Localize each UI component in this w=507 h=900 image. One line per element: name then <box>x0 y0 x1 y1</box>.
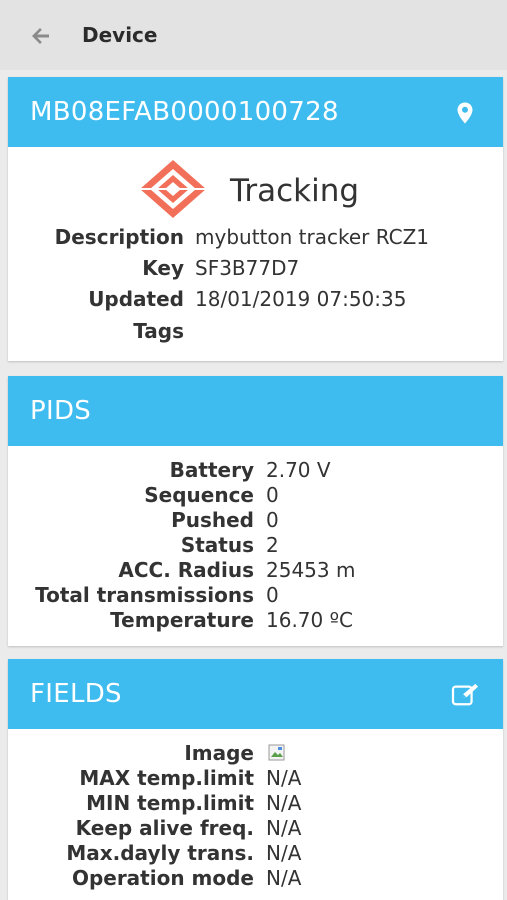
tracking-logo-icon <box>140 160 206 218</box>
pid-key: Pushed <box>171 508 254 532</box>
field-key: Image <box>184 741 254 765</box>
field-row: Operation mode N/A <box>8 866 503 892</box>
detail-value: 18/01/2019 07:50:35 <box>195 287 407 311</box>
detail-row: Description mybutton tracker RCZ1 <box>8 225 503 251</box>
device-id: MB08EFAB0000100728 <box>30 97 339 127</box>
pid-row: Sequence 0 <box>8 483 503 509</box>
field-value: N/A <box>266 766 302 790</box>
pid-key: Status <box>180 533 254 557</box>
fields-card: FIELDS Image MAX temp.limit N/A MIN temp… <box>8 659 503 900</box>
field-key: MIN temp.limit <box>86 791 254 815</box>
pid-value: 0 <box>266 508 279 532</box>
pid-value: 2 <box>266 533 279 557</box>
field-key: Keep alive freq. <box>75 816 254 840</box>
top-app-bar: Device <box>0 0 507 70</box>
field-key: Operation mode <box>71 866 254 890</box>
pid-value: 0 <box>266 483 279 507</box>
detail-key: Updated <box>88 287 184 311</box>
pid-key: ACC. Radius <box>118 558 254 582</box>
field-row: Keep alive freq. N/A <box>8 816 503 842</box>
pid-key: Total transmissions <box>35 583 254 607</box>
map-pin-icon[interactable] <box>453 99 477 127</box>
field-value: N/A <box>266 866 302 890</box>
pid-key: Sequence <box>144 483 254 507</box>
pid-row: Battery 2.70 V <box>8 458 503 484</box>
field-value: N/A <box>266 816 302 840</box>
detail-key: Tags <box>133 319 184 343</box>
field-key: MAX temp.limit <box>79 766 254 790</box>
field-key: Max.dayly trans. <box>66 841 254 865</box>
field-row: Image <box>8 741 503 767</box>
pid-value: 16.70 ºC <box>266 608 354 632</box>
pid-value: 2.70 V <box>266 458 331 482</box>
tracking-status: Tracking <box>230 173 360 209</box>
pids-header: PIDS <box>8 376 503 446</box>
detail-key: Key <box>142 256 184 280</box>
edit-icon[interactable] <box>450 682 482 708</box>
pid-row: Total transmissions 0 <box>8 583 503 609</box>
detail-row: Tags <box>8 319 503 345</box>
field-value: N/A <box>266 841 302 865</box>
detail-value: SF3B77D7 <box>195 256 300 280</box>
pid-row: Pushed 0 <box>8 508 503 534</box>
field-row: MIN temp.limit N/A <box>8 791 503 817</box>
field-value: N/A <box>266 791 302 815</box>
detail-row: Key SF3B77D7 <box>8 256 503 282</box>
broken-image-icon <box>268 743 288 761</box>
pid-row: Temperature 16.70 ºC <box>8 608 503 634</box>
fields-header: FIELDS <box>8 659 503 729</box>
device-card: MB08EFAB0000100728 Tracking Description … <box>8 77 503 361</box>
detail-value: mybutton tracker RCZ1 <box>195 225 430 249</box>
arrow-left-icon[interactable] <box>29 24 53 48</box>
page-title: Device <box>82 23 158 47</box>
pid-value: 0 <box>266 583 279 607</box>
pid-key: Temperature <box>110 608 254 632</box>
pid-value: 25453 m <box>266 558 356 582</box>
pid-key: Battery <box>169 458 254 482</box>
field-row: Max.dayly trans. N/A <box>8 841 503 867</box>
detail-row: Updated 18/01/2019 07:50:35 <box>8 287 503 313</box>
pids-title: PIDS <box>30 396 92 426</box>
field-row: MAX temp.limit N/A <box>8 766 503 792</box>
fields-title: FIELDS <box>30 679 122 709</box>
pids-card: PIDS Battery 2.70 V Sequence 0 Pushed 0 … <box>8 376 503 646</box>
pid-row: Status 2 <box>8 533 503 559</box>
pid-row: ACC. Radius 25453 m <box>8 558 503 584</box>
device-card-header: MB08EFAB0000100728 <box>8 77 503 147</box>
detail-key: Description <box>54 225 184 249</box>
